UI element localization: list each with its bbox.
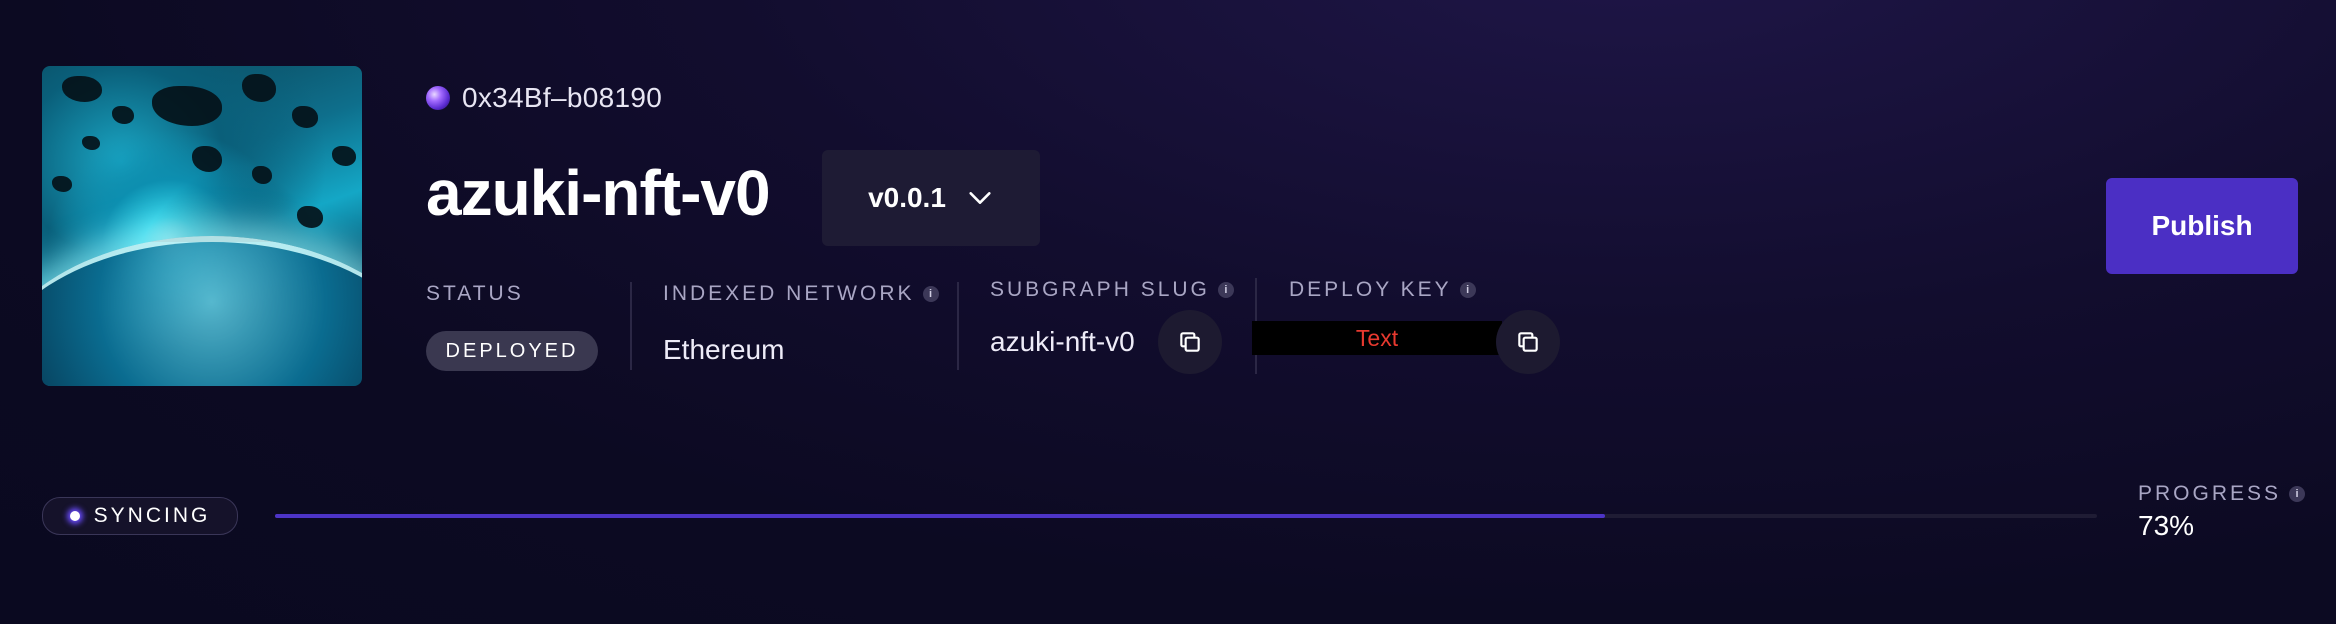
info-icon[interactable]: i [1459, 282, 1476, 298]
divider [630, 282, 632, 370]
copy-icon [1518, 332, 1538, 352]
progress-label: PROGRESS i [2138, 482, 2306, 506]
indexed-network-label: INDEXED NETWORK i [663, 282, 939, 306]
syncing-badge: SYNCING [42, 497, 238, 535]
progress-value: 73% [2138, 510, 2195, 541]
owner-address[interactable]: 0x34Bf–b08190 [462, 82, 662, 114]
status-label: STATUS [426, 282, 524, 305]
publish-button[interactable]: Publish [2106, 178, 2298, 274]
subgraph-thumbnail [42, 66, 362, 386]
version-label: v0.0.1 [868, 182, 946, 213]
subgraph-title: azuki-nft-v0 [426, 157, 771, 229]
chevron-down-icon [969, 192, 991, 204]
syncing-label: SYNCING [93, 504, 211, 527]
divider [957, 282, 959, 370]
owner-avatar [426, 86, 450, 110]
indexed-network-value: Ethereum [663, 334, 785, 365]
deploy-key-value: Text [1252, 321, 1502, 355]
status-dot-icon [69, 511, 80, 521]
progress-bar [275, 514, 2097, 518]
info-icon[interactable]: i [1217, 282, 1234, 298]
status-badge: DEPLOYED [426, 331, 598, 371]
info-icon[interactable]: i [2289, 486, 2306, 502]
copy-deploy-key-button[interactable] [1496, 310, 1560, 374]
copy-icon [1180, 332, 1200, 352]
info-icon[interactable]: i [922, 286, 939, 302]
planet-horizon [42, 236, 362, 386]
deploy-key-label: DEPLOY KEY i [1289, 278, 1476, 302]
version-dropdown[interactable]: v0.0.1 [822, 150, 1040, 246]
subgraph-slug-value: azuki-nft-v0 [990, 326, 1135, 357]
owner-row[interactable]: 0x34Bf–b08190 [426, 82, 662, 114]
subgraph-slug-label: SUBGRAPH SLUG i [990, 278, 1234, 302]
progress-fill [275, 514, 1606, 518]
copy-slug-button[interactable] [1158, 310, 1222, 374]
